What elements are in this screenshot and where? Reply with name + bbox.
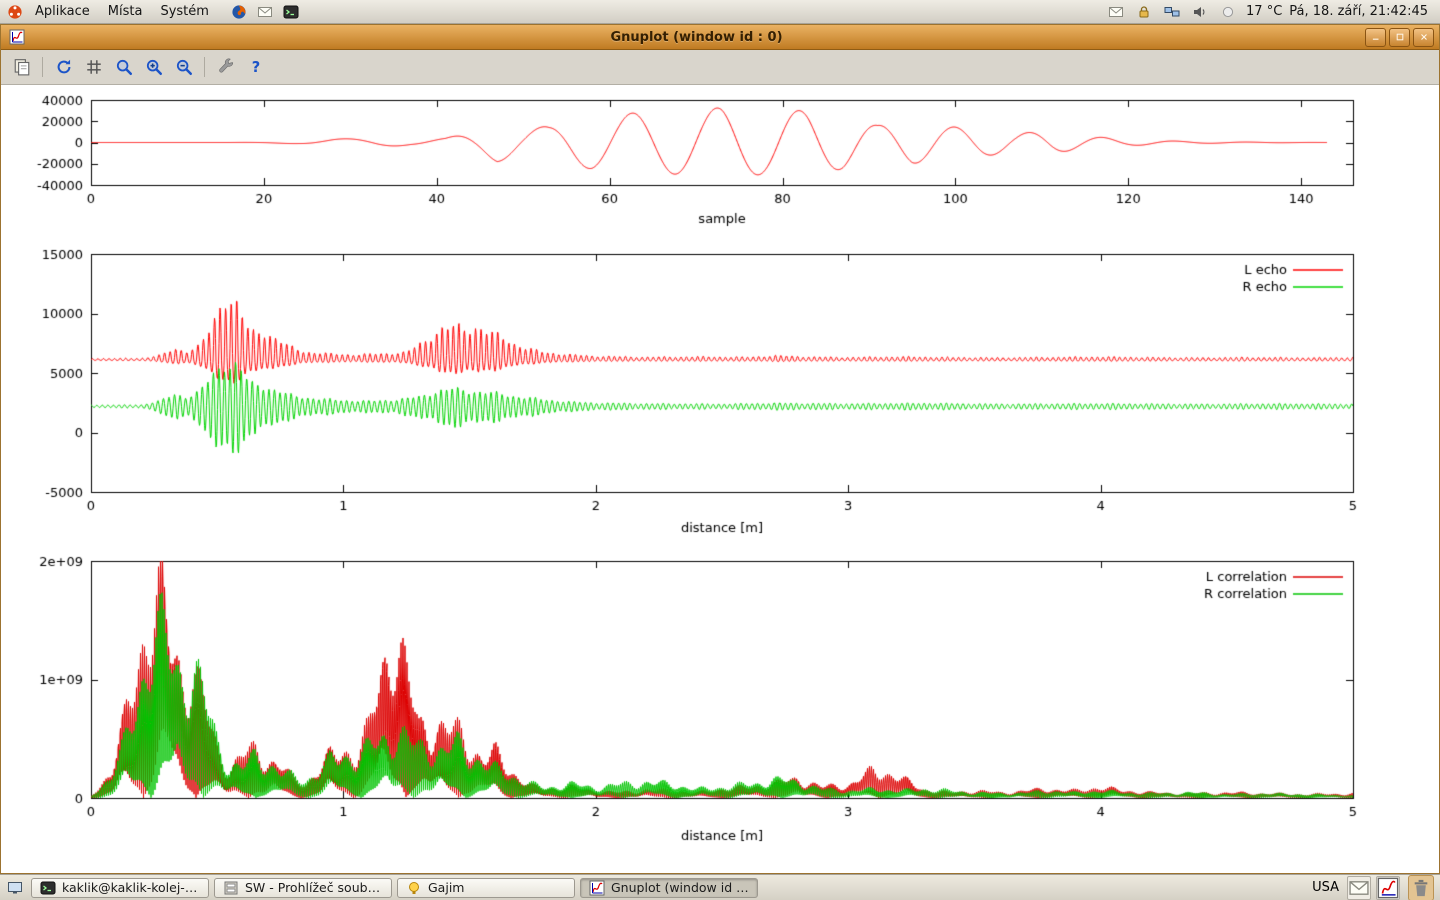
taskbar-item-label: Gajim (428, 880, 464, 895)
gajim-icon (405, 879, 423, 897)
taskbar-item-file-manager[interactable]: SW - Prohlížeč souborů (214, 878, 392, 898)
keyboard-layout-indicator[interactable]: USA (1312, 880, 1339, 895)
terminal-icon[interactable] (282, 3, 300, 21)
status-icons (1105, 3, 1239, 21)
mail-icon[interactable] (256, 3, 274, 21)
trash-icon[interactable] (1408, 875, 1434, 900)
desktop: AplikaceMístaSystém 17 °C Pá, 18. září, … (0, 0, 1440, 900)
taskbar-item-gnuplot[interactable]: Gnuplot (window id : 0) (580, 878, 758, 898)
panel-menubar: AplikaceMístaSystém (26, 2, 218, 21)
window-title: Gnuplot (window id : 0) (32, 30, 1361, 45)
svg-text:?: ? (251, 59, 259, 76)
replot-button[interactable] (50, 54, 77, 81)
clock-label[interactable]: Pá, 18. září, 21:42:45 (1289, 4, 1428, 19)
tray-icons (1347, 876, 1400, 900)
top-panel: AplikaceMístaSystém 17 °C Pá, 18. září, … (0, 0, 1440, 24)
gnuplot-window-icon[interactable] (8, 28, 26, 46)
configure-button[interactable] (212, 54, 239, 81)
window-controls (1365, 28, 1434, 47)
maximize-button[interactable] (1389, 28, 1410, 47)
weather-icon[interactable] (1219, 3, 1237, 21)
gnuplot-icon (588, 879, 606, 897)
toolbar-separator (42, 57, 43, 77)
system-tray: USA (1312, 875, 1436, 900)
network-icon[interactable] (1163, 3, 1181, 21)
show-desktop-icon[interactable] (6, 879, 24, 897)
taskbar-item-label: kaklik@kaklik-kolej-u... (62, 880, 201, 895)
tray-chart-icon[interactable] (1376, 876, 1400, 900)
lock-icon[interactable] (1135, 3, 1153, 21)
correlation-distance-chart[interactable] (1, 545, 1439, 855)
file-manager-icon (222, 879, 240, 897)
menu-system[interactable]: Systém (151, 2, 217, 21)
firefox-icon[interactable] (230, 3, 248, 21)
zoom-in-button[interactable] (140, 54, 167, 81)
echo-distance-chart[interactable] (1, 235, 1439, 545)
copy-button[interactable] (8, 54, 35, 81)
plot-area (1, 85, 1439, 873)
ubuntu-logo-icon[interactable] (6, 3, 24, 21)
close-button[interactable] (1413, 28, 1434, 47)
terminal-icon (39, 879, 57, 897)
gnuplot-window: Gnuplot (window id : 0) ? (0, 24, 1440, 874)
toolbar-separator (204, 57, 205, 77)
taskbar: kaklik@kaklik-kolej-u... SW - Prohlížeč s… (0, 874, 1440, 900)
volume-icon[interactable] (1191, 3, 1209, 21)
window-titlebar[interactable]: Gnuplot (window id : 0) (1, 25, 1439, 50)
zoom-out-button[interactable] (170, 54, 197, 81)
panel-status-area: 17 °C Pá, 18. září, 21:42:45 (1105, 3, 1436, 21)
gnuplot-toolbar: ? (1, 50, 1439, 85)
sample-waveform-chart[interactable] (1, 85, 1439, 235)
minimize-button[interactable] (1365, 28, 1386, 47)
grid-button[interactable] (80, 54, 107, 81)
mail-icon[interactable] (1107, 3, 1125, 21)
panel-launchers (228, 3, 302, 21)
help-button[interactable]: ? (242, 54, 269, 81)
temperature-label[interactable]: 17 °C (1246, 4, 1282, 19)
zoom-original-button[interactable] (110, 54, 137, 81)
menu-mista[interactable]: Místa (99, 2, 152, 21)
tray-mail-icon[interactable] (1347, 876, 1371, 900)
taskbar-item-terminal[interactable]: kaklik@kaklik-kolej-u... (31, 878, 209, 898)
taskbar-item-label: Gnuplot (window id : 0) (611, 880, 750, 895)
taskbar-item-gajim[interactable]: Gajim (397, 878, 575, 898)
task-list: kaklik@kaklik-kolej-u... SW - Prohlížeč s… (31, 878, 758, 898)
menu-aplikace[interactable]: Aplikace (26, 2, 99, 21)
taskbar-item-label: SW - Prohlížeč souborů (245, 880, 384, 895)
